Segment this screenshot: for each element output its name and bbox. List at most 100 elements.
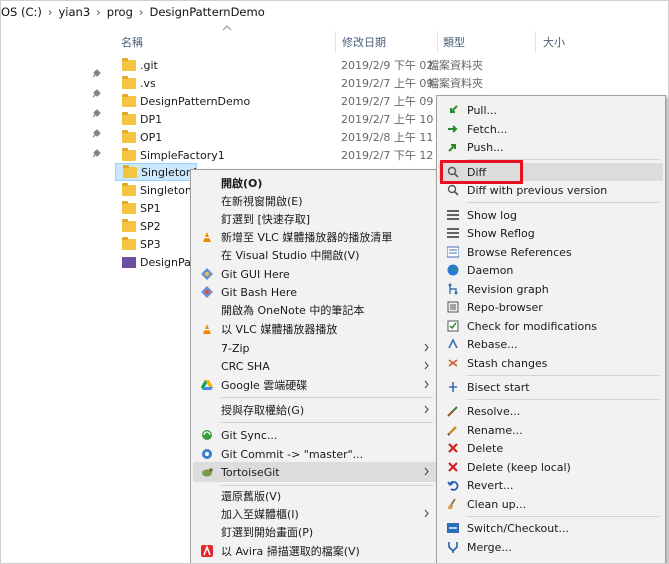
breadcrumb-item[interactable]: prog — [107, 5, 133, 19]
menu-item-repo-browser[interactable]: Repo-browser — [439, 298, 663, 316]
column-header-size[interactable]: 大小 — [543, 31, 603, 53]
folder-icon — [122, 236, 136, 250]
menu-item-label: Resolve... — [467, 404, 521, 418]
menu-item-bisect-start[interactable]: Bisect start — [439, 378, 663, 396]
column-divider[interactable] — [335, 31, 336, 53]
menu-item-grant-access[interactable]: 授與存取權給(G) — [193, 401, 437, 419]
file-row[interactable]: DesignPatternDemo 2019/2/7 上午 09... — [115, 92, 435, 110]
pin-icon — [92, 69, 101, 78]
chevron-right-icon — [424, 380, 429, 389]
tortoisegit-icon — [202, 468, 213, 477]
show-log-icon — [447, 210, 459, 220]
menu-item-pin-start[interactable]: 釘選到開始畫面(P) — [193, 523, 437, 541]
menu-separator — [221, 397, 433, 398]
file-name: SP3 — [140, 237, 161, 251]
menu-item-switch-checkout[interactable]: Switch/Checkout... — [439, 519, 663, 537]
menu-item-label: Show log — [467, 208, 517, 222]
menu-item-daemon[interactable]: Daemon — [439, 261, 663, 279]
menu-item-fetch[interactable]: Fetch... — [439, 120, 663, 138]
breadcrumb-item[interactable]: OS (C:) — [1, 5, 42, 19]
breadcrumb-item[interactable]: yian3 — [59, 5, 91, 19]
menu-item-pull[interactable]: Pull... — [439, 101, 663, 119]
repo-browser-icon — [447, 301, 459, 313]
menu-item-rebase[interactable]: Rebase... — [439, 335, 663, 353]
file-row-selected[interactable]: Singleton1 — [115, 163, 197, 181]
menu-item-label: 以 Avira 掃描選取的檔案(V) — [221, 545, 360, 558]
menu-item-rename[interactable]: Rename... — [439, 421, 663, 439]
column-header-date[interactable]: 修改日期 — [342, 31, 436, 53]
menu-item-open-onenote[interactable]: 開啟為 OneNote 中的筆記本 — [193, 301, 437, 319]
menu-item-git-gui[interactable]: Git GUI Here — [193, 265, 437, 283]
column-header-type[interactable]: 類型 — [443, 31, 533, 53]
menu-item-label: Diff with previous version — [467, 183, 608, 197]
file-name: Singleton1 — [141, 165, 196, 179]
menu-item-label: Git Bash Here — [221, 285, 297, 299]
menu-separator — [467, 516, 659, 517]
menu-item-open-visual-studio[interactable]: 在 Visual Studio 中開啟(V) — [193, 246, 437, 264]
menu-separator — [467, 202, 659, 203]
vlc-icon — [203, 232, 211, 242]
menu-item-revert[interactable]: Revert... — [439, 476, 663, 494]
folder-icon — [122, 111, 136, 125]
menu-item-add-to-library[interactable]: 加入至媒體櫃(I) — [193, 505, 437, 523]
resolve-icon — [447, 406, 458, 417]
menu-item-revision-graph[interactable]: Revision graph — [439, 280, 663, 298]
menu-item-7zip[interactable]: 7-Zip — [193, 339, 437, 357]
menu-item-tortoisegit[interactable]: TortoiseGit — [193, 462, 437, 482]
menu-item-clean-up[interactable]: Clean up... — [439, 495, 663, 513]
menu-item-check-modifications[interactable]: Check for modifications — [439, 317, 663, 335]
menu-item-label: Merge... — [467, 540, 512, 554]
breadcrumb-item[interactable]: DesignPatternDemo — [150, 5, 265, 19]
file-row[interactable]: .vs 2019/2/7 上午 09... 檔案資料夾 — [115, 74, 483, 92]
cleanup-icon — [448, 498, 456, 509]
menu-item-label: CRC SHA — [221, 359, 270, 373]
revert-icon — [447, 481, 459, 491]
visual-studio-solution-icon — [122, 256, 136, 268]
menu-separator — [467, 399, 659, 400]
menu-item-show-log[interactable]: Show log — [439, 206, 663, 224]
menu-item-git-sync[interactable]: Git Sync... — [193, 426, 437, 444]
avira-icon — [201, 545, 213, 557]
file-type: 檔案資料夾 — [428, 77, 483, 90]
menu-item-browse-references[interactable]: Browse References — [439, 243, 663, 261]
menu-item-push[interactable]: Push... — [439, 138, 663, 156]
rebase-icon — [448, 338, 458, 349]
menu-item-resolve[interactable]: Resolve... — [439, 402, 663, 420]
menu-item-stash-changes[interactable]: Stash changes — [439, 354, 663, 372]
menu-item-label: Daemon — [467, 263, 514, 277]
menu-item-restore-previous[interactable]: 還原舊版(V) — [193, 487, 437, 505]
file-row[interactable]: OP1 2019/2/8 上午 11... — [115, 128, 435, 146]
menu-item-delete-keep-local[interactable]: Delete (keep local) — [439, 458, 663, 476]
menu-item-vlc-play[interactable]: 以 VLC 媒體播放器播放 — [193, 320, 437, 338]
menu-item-merge[interactable]: Merge... — [439, 538, 663, 556]
menu-item-delete[interactable]: Delete — [439, 439, 663, 457]
annotation-highlight-box — [440, 160, 523, 184]
file-name: SimpleFactory1 — [140, 148, 225, 162]
menu-item-label: 7-Zip — [221, 341, 250, 355]
google-drive-icon — [201, 380, 213, 390]
menu-item-show-reflog[interactable]: Show Reflog — [439, 224, 663, 242]
menu-item-open-new-window[interactable]: 在新視窗開啟(E) — [193, 192, 437, 210]
file-row[interactable]: DP1 2019/2/7 上午 10... — [115, 110, 435, 128]
menu-item-open[interactable]: 開啟(O) — [193, 174, 437, 192]
file-date: 2019/2/7 上午 09... — [341, 77, 433, 90]
menu-item-vlc-playlist[interactable]: 新增至 VLC 媒體播放器的播放清單 — [193, 228, 437, 246]
menu-item-label: 開啟(O) — [221, 177, 263, 190]
folder-icon — [122, 57, 136, 71]
menu-item-git-commit[interactable]: Git Commit -> "master"... — [193, 445, 437, 463]
menu-item-label: Repo-browser — [467, 300, 543, 314]
explorer-window: OS (C:) › yian3 › prog › DesignPatternDe… — [0, 0, 669, 564]
file-date: 2019/2/7 下午 12... — [341, 149, 433, 162]
menu-item-git-bash[interactable]: Git Bash Here — [193, 283, 437, 301]
column-header-name[interactable]: 名稱 — [121, 31, 335, 53]
file-row[interactable]: .git 2019/2/9 下午 02... 檔案資料夾 — [115, 56, 483, 74]
menu-item-label: Git GUI Here — [221, 267, 290, 281]
column-divider[interactable] — [437, 31, 438, 53]
menu-item-label: Fetch... — [467, 122, 508, 136]
file-row[interactable]: SimpleFactory1 2019/2/7 下午 12... — [115, 146, 435, 164]
menu-item-crc-sha[interactable]: CRC SHA — [193, 357, 437, 375]
menu-item-pin-quick-access[interactable]: 釘選到 [快速存取] — [193, 210, 437, 228]
column-divider[interactable] — [535, 31, 536, 53]
menu-item-avira-scan[interactable]: 以 Avira 掃描選取的檔案(V) — [193, 542, 437, 560]
menu-item-google-drive[interactable]: Google 雲端硬碟 — [193, 376, 437, 394]
